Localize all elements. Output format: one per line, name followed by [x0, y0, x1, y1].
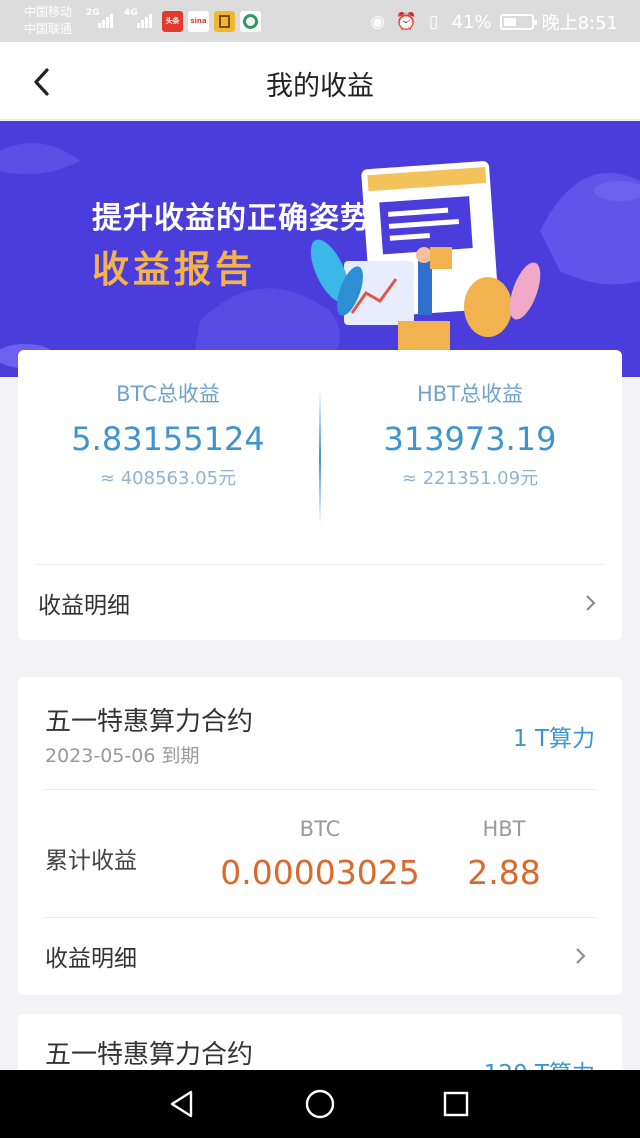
triangle-back-icon: [170, 1090, 193, 1118]
btc-column-header: BTC: [299, 817, 341, 841]
page-title: 我的收益: [266, 71, 374, 102]
sina-icon: sina: [188, 11, 209, 32]
nav-home-button[interactable]: [300, 1084, 340, 1124]
signal-icon: [98, 12, 113, 28]
status-right: ◉ ⏰ ▯ 41% 晚上8:51: [368, 9, 618, 35]
toutiao-icon: 头条: [162, 11, 183, 32]
hbt-total-value: 313973.19: [383, 420, 557, 458]
hbt-column-header: HBT: [482, 817, 526, 841]
contract-card[interactable]: 五一特惠算力合约 2023-05-06 到期 1 T算力 累计收益 BTC 0.…: [18, 677, 622, 995]
banner-slogan: 提升收益的正确姿势: [92, 201, 371, 236]
btc-total-label: BTC总收益: [116, 382, 220, 406]
hbt-earnings-value: 2.88: [467, 853, 541, 892]
accumulated-earnings-label: 累计收益: [45, 848, 137, 874]
nav-back-button[interactable]: [162, 1084, 202, 1124]
contract-expiry: 2023-05-06 到期: [45, 745, 200, 767]
earnings-report-banner[interactable]: 提升收益的正确姿势 收益报告: [0, 121, 640, 377]
total-earnings-card: BTC总收益 5.83155124 ≈ 408563.05元 HBT总收益 31…: [18, 350, 622, 640]
eye-icon: ◉: [370, 12, 385, 32]
finance-icon: [214, 11, 235, 32]
hbt-total-fiat: ≈ 221351.09元: [401, 468, 539, 489]
carrier-2: 中国联通: [24, 22, 73, 36]
system-nav-bar: [0, 1070, 640, 1138]
contract-name: 五一特惠算力合约: [45, 1040, 254, 1070]
clock: 晚上8:51: [541, 13, 618, 34]
signal-icon: [137, 12, 152, 28]
chevron-right-icon: [576, 948, 586, 964]
contract-detail-link[interactable]: 收益明细: [18, 918, 622, 994]
btc-total-value: 5.83155124: [71, 420, 265, 458]
app-header: 我的收益: [0, 42, 640, 120]
chevron-right-icon: [586, 595, 596, 611]
contract-detail-label: 收益明细: [45, 946, 137, 972]
contract-card[interactable]: 五一特惠算力合约 120 T算力: [18, 1014, 622, 1087]
contract-hashrate: 1 T算力: [513, 726, 595, 752]
circle-home-icon: [305, 1089, 335, 1119]
vibrate-icon: ▯: [428, 12, 439, 32]
hbt-total-label: HBT总收益: [416, 382, 524, 406]
btc-total-fiat: ≈ 408563.05元: [99, 468, 237, 489]
divider: [44, 789, 596, 790]
carrier-labels: 中国移动 中国联通: [24, 4, 72, 38]
square-recents-icon: [443, 1091, 469, 1117]
hbt-total-stat: HBT总收益 313973.19 ≈ 221351.09元: [320, 350, 620, 490]
network-type-2: 4G: [124, 8, 138, 18]
browser-icon: [240, 11, 261, 32]
battery-percent: 41%: [451, 11, 492, 33]
carrier-1: 中国移动: [24, 5, 73, 19]
btc-total-stat: BTC总收益 5.83155124 ≈ 408563.05元: [18, 350, 318, 490]
status-bar: 中国移动 中国联通 2G 4G 头条 sina ◉ ⏰ ▯ 41% 晚上8:51: [0, 0, 640, 42]
earnings-detail-label: 收益明细: [38, 593, 130, 619]
alarm-icon: ⏰: [395, 12, 417, 32]
contract-name: 五一特惠算力合约: [45, 707, 254, 737]
nav-recents-button[interactable]: [436, 1084, 476, 1124]
battery-icon: [499, 14, 537, 30]
btc-earnings-value: 0.00003025: [220, 853, 420, 892]
earnings-detail-link[interactable]: 收益明细: [18, 565, 622, 641]
banner-title: 收益报告: [92, 248, 256, 291]
